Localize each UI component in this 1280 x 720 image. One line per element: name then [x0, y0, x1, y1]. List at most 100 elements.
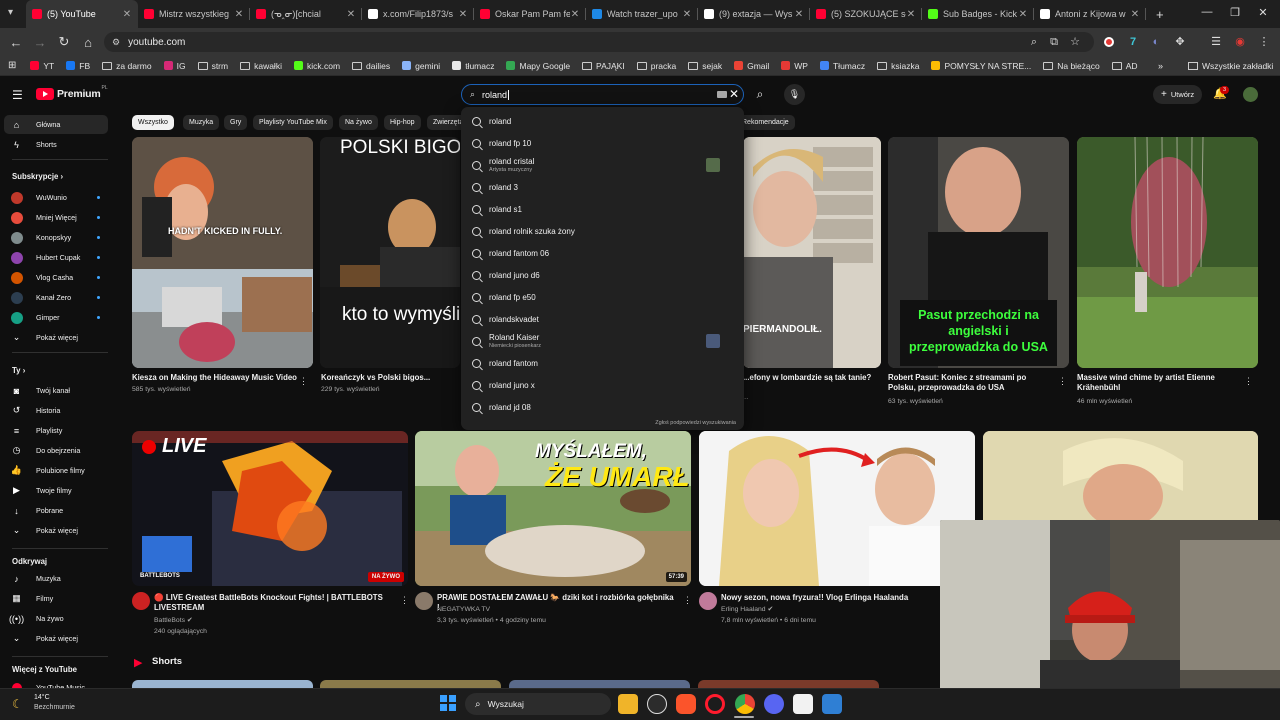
search-button-icon[interactable]: ⌕	[747, 84, 773, 105]
search-suggestion[interactable]: Roland Kaiser Niemiecki piosenkarz	[461, 330, 744, 352]
close-window-icon[interactable]: ✕	[1254, 6, 1272, 19]
video-thumbnail[interactable]: PIERMANDOLIŁ.	[743, 137, 881, 368]
search-input[interactable]: roland	[482, 90, 507, 100]
sidebar-item-polubione-filmy[interactable]: 👍 Polubione filmy	[4, 461, 108, 480]
sidebar-subscription[interactable]: Vlog Casha	[4, 268, 108, 287]
close-tab-icon[interactable]: ✕	[1018, 9, 1028, 20]
more-actions-icon[interactable]: ⋮	[1244, 376, 1253, 387]
sidebar-item-shorts[interactable]: ϟ Shorts	[4, 135, 108, 154]
extensions-puzzle-icon[interactable]: ✥	[1172, 34, 1188, 50]
bookmarks-overflow-icon[interactable]: »	[1158, 61, 1163, 71]
bookmark-item[interactable]: pracka	[636, 61, 676, 71]
bookmark-item[interactable]: za darmo	[102, 61, 152, 71]
channel-name[interactable]: NEGATYWKA TV	[437, 604, 490, 615]
close-tab-icon[interactable]: ✕	[346, 9, 356, 20]
new-tab-button[interactable]: +	[1156, 7, 1164, 22]
apps-grid-icon[interactable]: ⊞	[8, 60, 16, 71]
channel-avatar[interactable]	[132, 592, 150, 610]
search-suggestion[interactable]: roland s1	[461, 198, 744, 220]
search-suggestion[interactable]: roland juno d6	[461, 264, 744, 286]
file-explorer-icon[interactable]	[618, 694, 638, 714]
sidebar-section-header[interactable]: Więcej z YouTube	[12, 665, 77, 674]
sidebar-section-header[interactable]: Subskrypcje ›	[12, 172, 63, 181]
browser-menu-icon[interactable]: ⋮	[1256, 34, 1272, 50]
sidebar-item-show-more[interactable]: ⌄ Pokaż więcej	[4, 328, 108, 347]
filter-chip[interactable]: Muzyka	[183, 115, 220, 130]
video-title[interactable]: Robert Pasut: Koniec z streamami po Pols…	[888, 373, 1053, 393]
channel-name[interactable]: Erling Haaland ✔	[721, 604, 773, 615]
filter-chip[interactable]: Wszystko	[132, 115, 174, 130]
filter-chip[interactable]: Na żywo	[339, 115, 378, 130]
search-suggestion[interactable]: roland	[461, 110, 744, 132]
video-thumbnail[interactable]	[699, 431, 975, 586]
filter-chip[interactable]: Playlisty YouTube Mix	[253, 115, 333, 130]
filter-chip[interactable]: Gry	[224, 115, 248, 130]
bookmark-item[interactable]: sejak	[688, 61, 722, 71]
bookmark-item[interactable]: Tłumacz	[819, 61, 865, 71]
more-actions-icon[interactable]: ⋮	[299, 376, 308, 387]
search-suggestion[interactable]: rolandskvadet	[461, 308, 744, 330]
bookmark-item[interactable]: gemini	[402, 61, 440, 71]
sidebar-section-header[interactable]: Ty ›	[12, 366, 25, 375]
create-button[interactable]: + Utwórz	[1153, 85, 1203, 104]
video-thumbnail[interactable]: Pasut przechodzi na angielski i przeprow…	[888, 137, 1069, 368]
keyboard-icon[interactable]	[717, 91, 727, 98]
video-thumbnail[interactable]: MYŚLAŁEM, ŻE UMARŁ 57:39	[415, 431, 691, 586]
video-thumbnail[interactable]	[1077, 137, 1258, 368]
close-tab-icon[interactable]: ✕	[906, 9, 916, 20]
chrome-icon[interactable]	[735, 694, 755, 714]
more-actions-icon[interactable]: ⋮	[400, 595, 409, 606]
install-icon[interactable]: ⧉	[1046, 34, 1062, 50]
video-title[interactable]: ...efony w lombardzie są tak tanie?	[743, 373, 871, 383]
record-extension-icon[interactable]	[1101, 34, 1117, 50]
video-title[interactable]: Kiesza on Making the Hideaway Music Vide…	[132, 373, 297, 383]
brave-icon[interactable]	[676, 694, 696, 714]
more-actions-icon[interactable]: ⋮	[1058, 376, 1067, 387]
opera-icon[interactable]	[705, 694, 725, 714]
minimize-icon[interactable]: —	[1198, 6, 1216, 18]
discord-icon[interactable]	[764, 694, 784, 714]
url-bar[interactable]: ⚙ youtube.com	[104, 32, 1094, 52]
sidebar-item-explore-3[interactable]: ⌄ Pokaż więcej	[4, 629, 108, 648]
sidebar-subscription[interactable]: Hubert Cupak	[4, 248, 108, 267]
media-control-icon[interactable]: ☰	[1208, 34, 1224, 50]
sidebar-item-explore-0[interactable]: ♪ Muzyka	[4, 569, 108, 588]
taskbar-app-icon[interactable]	[822, 694, 842, 714]
sidebar-item-explore-1[interactable]: ▦ Filmy	[4, 589, 108, 608]
back-icon[interactable]: ←	[4, 35, 28, 50]
all-bookmarks[interactable]: Wszystkie zakładki	[1188, 61, 1273, 71]
close-tab-icon[interactable]: ✕	[122, 9, 132, 20]
bookmark-item[interactable]: POMYSŁY NA STRE...	[931, 61, 1031, 71]
video-title[interactable]: Massive wind chime by artist Etienne Krä…	[1077, 373, 1242, 393]
sidebar-subscription[interactable]: Kanał Zero	[4, 288, 108, 307]
close-tab-icon[interactable]: ✕	[458, 9, 468, 20]
search-suggestion[interactable]: roland fantom	[461, 352, 744, 374]
bookmark-item[interactable]: Mapy Google	[506, 61, 570, 71]
bookmark-star-icon[interactable]: ☆	[1067, 34, 1083, 50]
report-suggestions-link[interactable]: Zgłoś podpowiedzi wyszukiwania	[655, 420, 736, 426]
sidebar-item-twoje-filmy[interactable]: ▶ Twoje filmy	[4, 481, 108, 500]
sidebar-subscription[interactable]: Mniej Więcej	[4, 208, 108, 227]
sidebar-item-playlisty[interactable]: ≡ Playlisty	[4, 421, 108, 440]
browser-tab[interactable]: Sub Badges - Kick ✕	[922, 0, 1034, 28]
sidebar-item-historia[interactable]: ↺ Historia	[4, 401, 108, 420]
bookmark-item[interactable]: Gmail	[734, 61, 769, 71]
forward-icon[interactable]: →	[28, 35, 52, 50]
sidebar-subscription[interactable]: Gimper	[4, 308, 108, 327]
windows-start-icon[interactable]	[440, 695, 456, 711]
search-suggestion[interactable]: roland cristal Artysta muzyczny	[461, 154, 744, 176]
close-tab-icon[interactable]: ✕	[1130, 9, 1140, 20]
close-tab-icon[interactable]: ✕	[570, 9, 580, 20]
avatar[interactable]	[1243, 87, 1258, 102]
sidebar-item-explore-2[interactable]: ((•)) Na żywo	[4, 609, 108, 628]
video-title[interactable]: Koreańczyk vs Polski bigos...	[321, 373, 430, 383]
bookmark-item[interactable]: tłumacz	[452, 61, 494, 71]
home-icon[interactable]: ⌂	[76, 35, 100, 50]
sidebar-item-pobrane[interactable]: ↓ Pobrane	[4, 501, 108, 520]
channel-avatar[interactable]	[415, 592, 433, 610]
filter-chip[interactable]: Rekomendacje	[736, 115, 795, 130]
search-suggestion[interactable]: roland fp 10	[461, 132, 744, 154]
bookmark-item[interactable]: AD	[1111, 61, 1138, 71]
search-suggestion[interactable]: roland juno x	[461, 374, 744, 396]
bookmark-item[interactable]: ksiazka	[877, 61, 919, 71]
